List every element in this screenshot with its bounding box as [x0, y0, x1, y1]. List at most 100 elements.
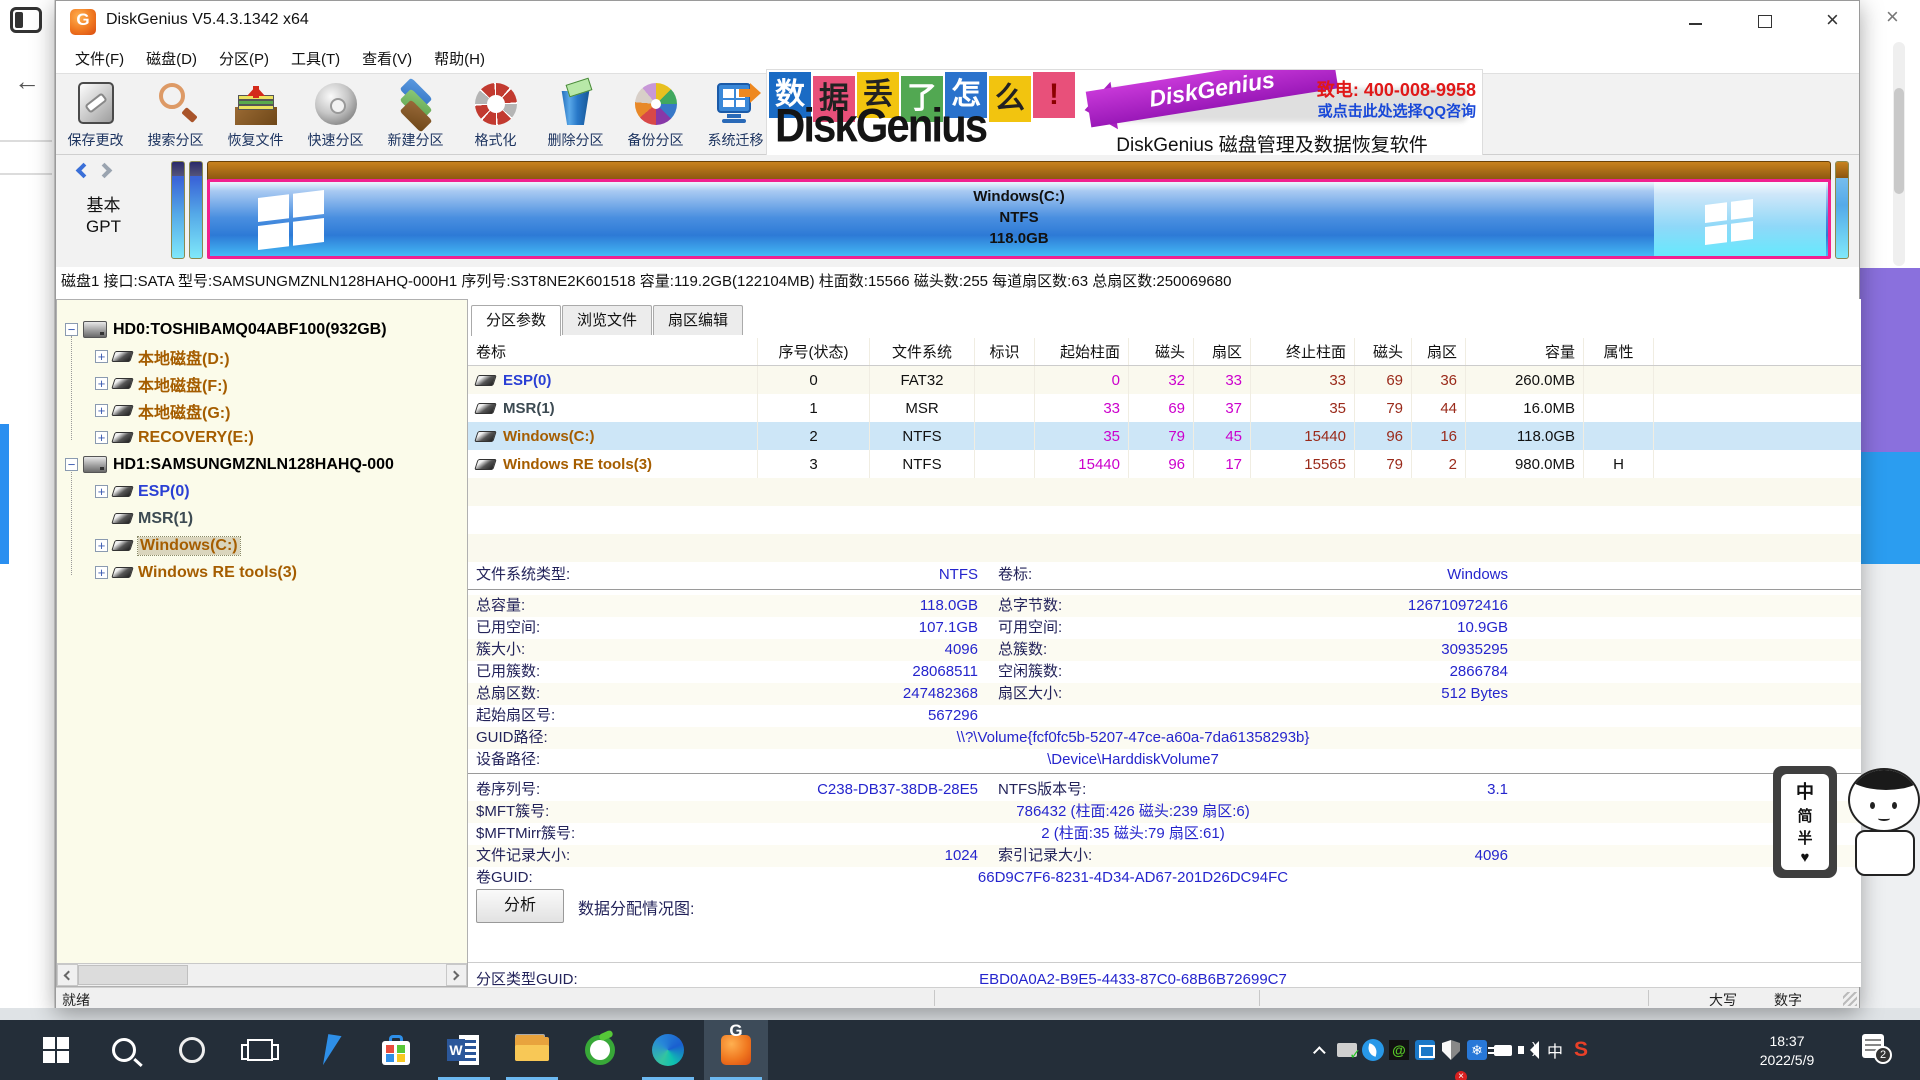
expand-icon[interactable]	[95, 485, 108, 498]
tree-item-windows-re[interactable]: Windows RE tools(3)	[57, 559, 467, 586]
notification-center-button[interactable]: 2	[1862, 1034, 1888, 1060]
expand-icon[interactable]	[95, 404, 108, 417]
next-disk-icon[interactable]	[97, 163, 113, 179]
tray-intel-graphics-icon[interactable]	[1412, 1020, 1438, 1080]
title-bar[interactable]: DiskGenius V5.4.3.1342 x64	[56, 1, 1859, 43]
menu-help[interactable]: 帮助(H)	[423, 44, 496, 73]
diskgenius-taskbar-button[interactable]	[704, 1020, 768, 1080]
background-close-icon[interactable]: ×	[1886, 4, 1899, 30]
save-changes-button[interactable]: 保存更改	[56, 77, 135, 153]
menu-view[interactable]: 查看(V)	[351, 44, 423, 73]
microsoft-store-button[interactable]	[364, 1020, 428, 1080]
expand-icon[interactable]	[95, 350, 108, 363]
menu-disk[interactable]: 磁盘(D)	[135, 44, 208, 73]
expand-icon[interactable]	[95, 566, 108, 579]
tray-volume-icon[interactable]: )	[1516, 1020, 1542, 1080]
ime-cn-indicator[interactable]: 中	[1796, 778, 1814, 804]
collapse-icon[interactable]	[65, 323, 78, 336]
tray-nvidia-icon[interactable]: @	[1386, 1020, 1412, 1080]
ime-heart-icon[interactable]: ♥	[1801, 849, 1810, 866]
tray-sogou-icon[interactable]: S	[1568, 1020, 1594, 1080]
search-partition-button[interactable]: 搜索分区	[136, 77, 215, 153]
tree-item-local-g[interactable]: 本地磁盘(G:)	[57, 397, 467, 424]
maximize-button[interactable]	[1742, 5, 1788, 37]
expand-icon[interactable]	[95, 377, 108, 390]
ime-halfwidth-indicator[interactable]: 半	[1797, 827, 1812, 848]
tray-printer-icon[interactable]	[1334, 1020, 1360, 1080]
detail-row: 文件系统类型:NTFS 卷标:Windows	[468, 564, 1861, 586]
taskbar-app-flash[interactable]	[296, 1020, 360, 1080]
start-button[interactable]	[24, 1020, 88, 1080]
backup-partition-button[interactable]: 备份分区	[616, 77, 695, 153]
tray-snowflake-icon[interactable]: ❄	[1464, 1020, 1490, 1080]
tab-partition-params[interactable]: 分区参数	[471, 305, 561, 336]
table-row-windows-re[interactable]: Windows RE tools(3) 3 NTFS 15440 96 17 1…	[468, 450, 1861, 478]
tray-security-shield-icon[interactable]	[1438, 1020, 1464, 1080]
resize-grip[interactable]	[1843, 992, 1857, 1006]
banner-qq-link[interactable]: 或点击此处选择QQ咨询	[1318, 100, 1476, 121]
disk-graph-panel: 基本 GPT Windows(C:) NTFS 118.0GB	[56, 155, 1859, 267]
tree-item-hd0[interactable]: HD0:TOSHIBAMQ04ABF100(932GB)	[57, 316, 467, 343]
tree-item-hd1[interactable]: HD1:SAMSUNGMZNLN128HAHQ-000	[57, 451, 467, 478]
menu-file[interactable]: 文件(F)	[64, 44, 135, 73]
taskbar-search-button[interactable]	[92, 1020, 156, 1080]
background-scrollbar[interactable]	[1893, 42, 1905, 266]
close-button[interactable]	[1811, 5, 1857, 37]
partition-box-windows-c[interactable]: Windows(C:) NTFS 118.0GB	[207, 179, 1831, 259]
delete-partition-button[interactable]: 删除分区	[536, 77, 615, 153]
tree-item-msr[interactable]: MSR(1)	[57, 505, 467, 532]
file-explorer-button[interactable]	[500, 1020, 564, 1080]
recover-files-button[interactable]: 恢复文件	[216, 77, 295, 153]
new-partition-button[interactable]: 新建分区	[376, 77, 455, 153]
table-row-esp[interactable]: ESP(0) 0 FAT32 0 32 33 33 69 36 260.0MB	[468, 366, 1861, 394]
partition-strip-re-tools[interactable]	[1835, 161, 1849, 259]
detail-row: 卷序列号:C238-DB37-38DB-28E5 NTFS版本号:3.1	[468, 779, 1861, 801]
tray-feather-icon[interactable]	[1360, 1020, 1386, 1080]
cortana-button[interactable]	[160, 1020, 224, 1080]
toolbar: 保存更改 搜索分区 恢复文件 快速分区 新建分区	[56, 73, 1859, 155]
partition-strip-msr[interactable]	[189, 161, 203, 259]
minimize-button[interactable]	[1673, 5, 1719, 37]
format-icon	[473, 81, 519, 127]
tree-item-recovery-e[interactable]: RECOVERY(E:)	[57, 424, 467, 451]
scrollbar-thumb[interactable]	[78, 965, 188, 985]
edge-button[interactable]	[636, 1020, 700, 1080]
analyze-button[interactable]: 分析	[476, 889, 564, 923]
scroll-left-icon[interactable]	[57, 964, 78, 986]
back-arrow-icon[interactable]: ←	[14, 66, 40, 97]
tree-item-esp[interactable]: ESP(0)	[57, 478, 467, 505]
table-row-msr[interactable]: MSR(1) 1 MSR 33 69 37 35 79 44 16.0MB	[468, 394, 1861, 422]
menu-tools[interactable]: 工具(T)	[280, 44, 351, 73]
scroll-right-icon[interactable]	[446, 964, 467, 986]
task-view-button[interactable]	[228, 1020, 292, 1080]
collapse-icon[interactable]	[65, 458, 78, 471]
banner-ad[interactable]: 数 据 丢 了 怎 么 ! DiskGenius DiskGenius 致电: …	[766, 69, 1483, 160]
partition-icon	[111, 486, 134, 497]
expand-icon[interactable]	[95, 539, 108, 552]
system-migrate-button[interactable]: 系统迁移	[696, 77, 775, 153]
tab-sector-edit[interactable]: 扇区编辑	[653, 305, 743, 335]
expand-icon[interactable]	[95, 431, 108, 444]
taskbar-clock[interactable]: 18:37 2022/5/9	[1744, 1020, 1830, 1080]
tray-ime-indicator[interactable]: 中	[1542, 1020, 1568, 1080]
ime-simplified-indicator[interactable]: 简	[1797, 805, 1812, 826]
word-button[interactable]: W	[432, 1020, 496, 1080]
tray-power-plug-icon[interactable]	[1490, 1020, 1516, 1080]
window-title: DiskGenius V5.4.3.1342 x64	[106, 11, 309, 29]
notification-badge: 2	[1874, 1046, 1892, 1064]
partition-strip-esp[interactable]	[171, 161, 185, 259]
table-row-windows-c-selected[interactable]: Windows(C:) 2 NTFS 35 79 45 15440 96 16 …	[468, 422, 1861, 450]
quick-partition-button[interactable]: 快速分区	[296, 77, 375, 153]
tree-horizontal-scrollbar[interactable]	[57, 963, 467, 986]
partition-icon	[474, 375, 497, 386]
format-button[interactable]: 格式化	[456, 77, 535, 153]
tree-item-windows-c[interactable]: Windows(C:)	[57, 532, 467, 559]
green-browser-button[interactable]	[568, 1020, 632, 1080]
chevron-up-icon	[1313, 1046, 1326, 1059]
tab-browse-files[interactable]: 浏览文件	[562, 305, 652, 335]
menu-partition[interactable]: 分区(P)	[208, 44, 280, 73]
tree-item-local-d[interactable]: 本地磁盘(D:)	[57, 343, 467, 370]
prev-disk-icon[interactable]	[76, 163, 92, 179]
tray-expand-button[interactable]	[1308, 1020, 1334, 1080]
tree-item-local-f[interactable]: 本地磁盘(F:)	[57, 370, 467, 397]
